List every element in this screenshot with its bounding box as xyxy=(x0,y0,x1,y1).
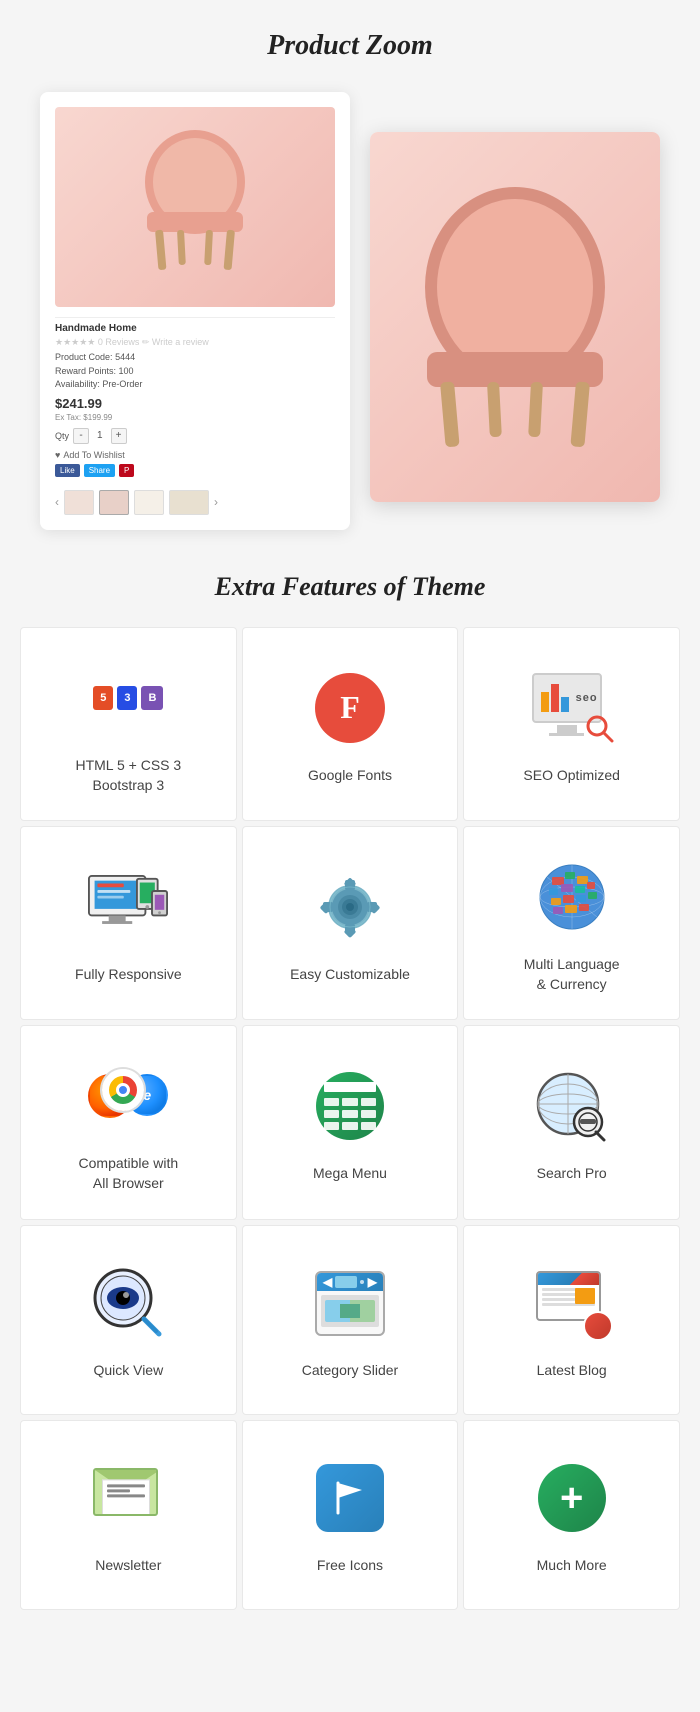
feature-responsive: Fully Responsive xyxy=(20,826,237,1020)
thumb-next-button[interactable]: › xyxy=(214,495,218,509)
zoom-card-main: Handmade Home ★★★★★ 0 Reviews ✏ Write a … xyxy=(40,92,350,530)
slider-prev-icon: ◀ xyxy=(323,1275,332,1289)
much-more-label: Much More xyxy=(537,1556,607,1576)
slider-dot-4 xyxy=(363,1334,370,1336)
feature-newsletter: Newsletter xyxy=(20,1420,237,1610)
pinterest-button[interactable]: P xyxy=(119,464,134,477)
slider-dot-3 xyxy=(352,1334,359,1336)
much-more-icon: + xyxy=(532,1458,612,1538)
product-code-value: 5444 xyxy=(115,352,135,362)
feature-latest-blog: Latest Blog xyxy=(463,1225,680,1415)
plus-circle: + xyxy=(538,1464,606,1532)
google-f-circle: F xyxy=(315,673,385,743)
multi-language-label: Multi Language& Currency xyxy=(524,955,620,994)
extra-features-section: Extra Features of Theme 5 3 B HTML 5 + C… xyxy=(0,552,700,1650)
slider-dot-1 xyxy=(330,1334,337,1336)
feature-browsers: e Compatible withAll Browser xyxy=(20,1025,237,1219)
feature-customizable: Easy Customizable xyxy=(242,826,459,1020)
thumbnail-row: ‹ › xyxy=(55,490,335,515)
gear-icon xyxy=(310,867,390,947)
feature-search-pro: Search Pro xyxy=(463,1025,680,1219)
avail-value: Pre-Order xyxy=(102,379,142,389)
quick-view-icon xyxy=(88,1263,168,1343)
product-zoom-section: Product Zoom xyxy=(0,0,700,552)
product-zoom-title: Product Zoom xyxy=(20,30,680,62)
feature-google-fonts: F Google Fonts xyxy=(242,627,459,821)
wishlist-button[interactable]: ♥ Add To Wishlist xyxy=(55,450,335,460)
avail-label: Availability: xyxy=(55,379,100,389)
shop-name: Handmade Home xyxy=(55,323,335,334)
slider-dot-2 xyxy=(341,1334,348,1336)
thumbnail-3[interactable] xyxy=(134,490,164,515)
google-fonts-label: Google Fonts xyxy=(308,766,392,786)
thumbnail-4[interactable] xyxy=(169,490,209,515)
seo-label: SEO Optimized xyxy=(523,766,619,786)
product-ex-tax: Ex Tax: $199.99 xyxy=(55,413,335,422)
feature-much-more: + Much More xyxy=(463,1420,680,1610)
browsers-label: Compatible withAll Browser xyxy=(79,1154,179,1193)
zoom-card-zoomed xyxy=(370,132,660,502)
css3-badge: 3 xyxy=(117,686,137,710)
extra-features-title: Extra Features of Theme xyxy=(20,572,680,602)
google-fonts-icon: F xyxy=(310,668,390,748)
search-pro-label: Search Pro xyxy=(537,1164,607,1184)
zoom-demo-container: Handmade Home ★★★★★ 0 Reviews ✏ Write a … xyxy=(40,92,660,512)
free-icons-label: Free Icons xyxy=(317,1556,383,1576)
quick-view-label: Quick View xyxy=(93,1361,163,1381)
latest-blog-label: Latest Blog xyxy=(537,1361,607,1381)
customizable-label: Easy Customizable xyxy=(290,965,410,985)
globe-flags-icon xyxy=(532,857,612,937)
html-css-bootstrap-label: HTML 5 + CSS 3Bootstrap 3 xyxy=(75,756,181,795)
newsletter-icon xyxy=(88,1458,168,1538)
quantity-row: Qty - 1 + xyxy=(55,428,335,444)
responsive-label: Fully Responsive xyxy=(75,965,182,985)
thumb-prev-button[interactable]: ‹ xyxy=(55,495,59,509)
features-grid: 5 3 B HTML 5 + CSS 3Bootstrap 3 F Google… xyxy=(20,627,680,1610)
product-image xyxy=(55,107,335,307)
html5-badge: 5 xyxy=(93,686,113,710)
latest-blog-icon xyxy=(532,1263,612,1343)
category-slider-icon: ◀ ▶ xyxy=(310,1263,390,1343)
feature-category-slider: ◀ ▶ xyxy=(242,1225,459,1415)
search-pro-icon xyxy=(532,1066,612,1146)
product-info-overlay: Handmade Home ★★★★★ 0 Reviews ✏ Write a … xyxy=(55,317,335,482)
feature-html-css-bootstrap: 5 3 B HTML 5 + CSS 3Bootstrap 3 xyxy=(20,627,237,821)
thumbnail-1[interactable] xyxy=(64,490,94,515)
product-price: $241.99 xyxy=(55,396,335,411)
product-code-label: Product Code: xyxy=(55,352,113,362)
mega-menu-icon xyxy=(310,1066,390,1146)
thumbnail-2[interactable] xyxy=(99,490,129,515)
feature-mega-menu: Mega Menu xyxy=(242,1025,459,1219)
seo-icon: seo xyxy=(532,668,612,748)
responsive-icon xyxy=(88,867,168,947)
browsers-icon: e xyxy=(88,1056,168,1136)
feature-multi-language: Multi Language& Currency xyxy=(463,826,680,1020)
newsletter-label: Newsletter xyxy=(95,1556,161,1576)
qty-increase-button[interactable]: + xyxy=(111,428,127,444)
category-slider-label: Category Slider xyxy=(302,1361,399,1381)
feature-free-icons: Free Icons xyxy=(242,1420,459,1610)
zoomed-image xyxy=(370,132,660,502)
facebook-button[interactable]: Like xyxy=(55,464,80,477)
qty-value: 1 xyxy=(93,430,107,441)
qty-label: Qty xyxy=(55,431,69,441)
reward-value: 100 xyxy=(119,366,134,376)
feature-quick-view: Quick View xyxy=(20,1225,237,1415)
reward-label: Reward Points: xyxy=(55,366,116,376)
product-stars: ★★★★★ 0 Reviews ✏ Write a review xyxy=(55,337,335,348)
feature-seo: seo SEO Optimized xyxy=(463,627,680,821)
mega-menu-label: Mega Menu xyxy=(313,1164,387,1184)
html-css-bs-icon: 5 3 B xyxy=(88,658,168,738)
qty-decrease-button[interactable]: - xyxy=(73,428,89,444)
social-row: Like Share P xyxy=(55,464,335,477)
twitter-button[interactable]: Share xyxy=(84,464,115,477)
free-icons-icon xyxy=(310,1458,390,1538)
bootstrap-badge: B xyxy=(141,686,163,710)
slider-next-icon: ▶ xyxy=(368,1275,377,1289)
